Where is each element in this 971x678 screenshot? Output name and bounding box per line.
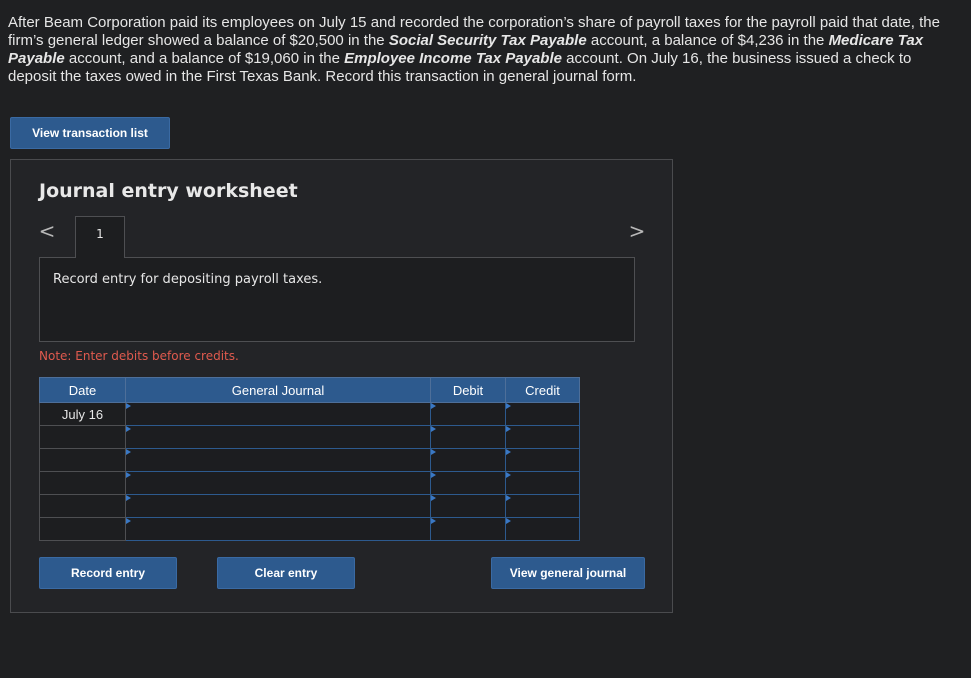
credit-input[interactable] xyxy=(505,494,580,518)
problem-text-2: account, a balance of $4,236 in the xyxy=(586,32,829,49)
note-text: Note: Enter debits before credits. xyxy=(39,349,239,363)
credit-input[interactable] xyxy=(505,425,580,449)
date-cell xyxy=(39,425,126,449)
table-row xyxy=(39,448,580,472)
problem-statement: After Beam Corporation paid its employee… xyxy=(8,14,958,86)
date-cell xyxy=(39,494,126,518)
debit-input[interactable] xyxy=(430,425,506,449)
account-input[interactable] xyxy=(125,448,431,472)
table-row: July 16 xyxy=(39,402,580,426)
debit-input[interactable] xyxy=(430,471,506,495)
problem-text-3: account, and a balance of $19,060 in the xyxy=(64,50,345,67)
worksheet-title: Journal entry worksheet xyxy=(39,180,298,202)
date-cell xyxy=(39,517,126,541)
table-row xyxy=(39,517,580,541)
chevron-left-icon[interactable]: < xyxy=(37,220,57,242)
credit-input[interactable] xyxy=(505,471,580,495)
table-row xyxy=(39,471,580,495)
column-header-debit: Debit xyxy=(430,377,506,403)
debit-input[interactable] xyxy=(430,517,506,541)
clear-entry-button[interactable]: Clear entry xyxy=(217,557,355,589)
account-input[interactable] xyxy=(125,471,431,495)
journal-table: Date General Journal Debit Credit July 1… xyxy=(39,377,580,541)
table-row xyxy=(39,425,580,449)
debit-input[interactable] xyxy=(430,448,506,472)
record-entry-button[interactable]: Record entry xyxy=(39,557,177,589)
tab-entry-1[interactable]: 1 xyxy=(75,216,125,258)
journal-entry-worksheet: Journal entry worksheet < 1 > Record ent… xyxy=(10,159,673,613)
column-header-credit: Credit xyxy=(505,377,580,403)
debit-input[interactable] xyxy=(430,402,506,426)
account-input[interactable] xyxy=(125,517,431,541)
credit-input[interactable] xyxy=(505,402,580,426)
account-name-employee-income: Employee Income Tax Payable xyxy=(344,50,562,67)
date-cell xyxy=(39,448,126,472)
column-header-date: Date xyxy=(39,377,126,403)
column-header-general-journal: General Journal xyxy=(125,377,431,403)
account-input[interactable] xyxy=(125,425,431,449)
date-cell: July 16 xyxy=(39,402,126,426)
entry-description: Record entry for depositing payroll taxe… xyxy=(39,257,635,342)
view-general-journal-button[interactable]: View general journal xyxy=(491,557,645,589)
credit-input[interactable] xyxy=(505,517,580,541)
table-row xyxy=(39,494,580,518)
account-input[interactable] xyxy=(125,402,431,426)
account-name-social-security: Social Security Tax Payable xyxy=(388,32,587,49)
chevron-right-icon[interactable]: > xyxy=(627,220,647,242)
account-input[interactable] xyxy=(125,494,431,518)
debit-input[interactable] xyxy=(430,494,506,518)
date-cell xyxy=(39,471,126,495)
credit-input[interactable] xyxy=(505,448,580,472)
view-transaction-list-button[interactable]: View transaction list xyxy=(10,117,170,149)
